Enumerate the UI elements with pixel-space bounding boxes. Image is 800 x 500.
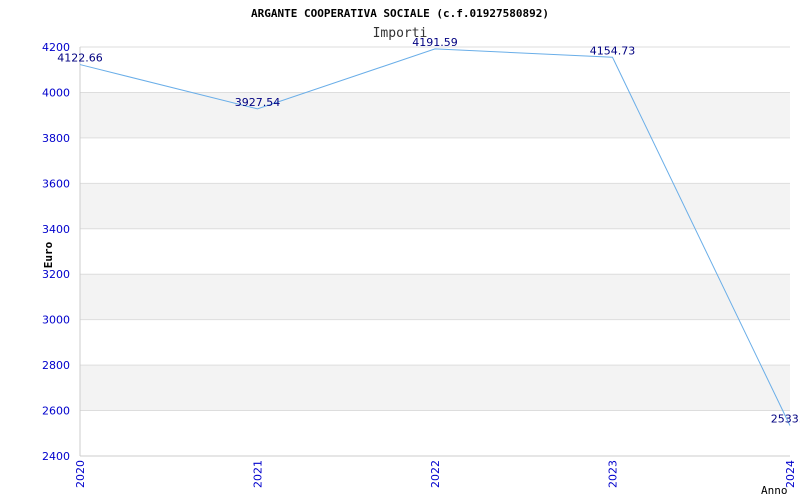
grid-bands <box>80 92 790 411</box>
line-chart: 2400260028003000320034003600380040004200… <box>42 7 800 497</box>
grid-band <box>80 183 790 229</box>
chart-subtitle: Importi <box>373 26 428 41</box>
data-label: 4122.66 <box>57 52 103 65</box>
y-tick-label: 3400 <box>42 223 70 236</box>
data-label: 3927.54 <box>235 96 281 109</box>
y-tick-label: 2800 <box>42 359 70 372</box>
x-tick-label: 2020 <box>74 460 87 488</box>
y-tick-label: 4000 <box>42 86 70 99</box>
chart-title: ARGANTE COOPERATIVA SOCIALE (c.f.0192758… <box>251 7 549 20</box>
y-tick-label: 3000 <box>42 314 70 327</box>
x-tick-label: 2022 <box>429 460 442 488</box>
x-tick-label: 2023 <box>607 460 620 488</box>
y-tick-label: 3800 <box>42 132 70 145</box>
y-tick-label: 2600 <box>42 405 70 418</box>
x-tick-label: 2021 <box>252 460 265 488</box>
data-label: 4154.73 <box>590 44 636 57</box>
grid-band <box>80 92 790 138</box>
x-axis-label: Anno <box>761 484 788 497</box>
x-tick-labels: 2020 2021 2022 2023 2024 <box>74 460 797 488</box>
y-tick-label: 3200 <box>42 268 70 281</box>
data-label: 2533.6 <box>771 413 800 426</box>
grid-band <box>80 365 790 411</box>
grid-band <box>80 274 790 320</box>
y-tick-label: 3600 <box>42 177 70 190</box>
y-axis-label: Euro <box>42 241 55 268</box>
y-tick-label: 2400 <box>42 450 70 463</box>
